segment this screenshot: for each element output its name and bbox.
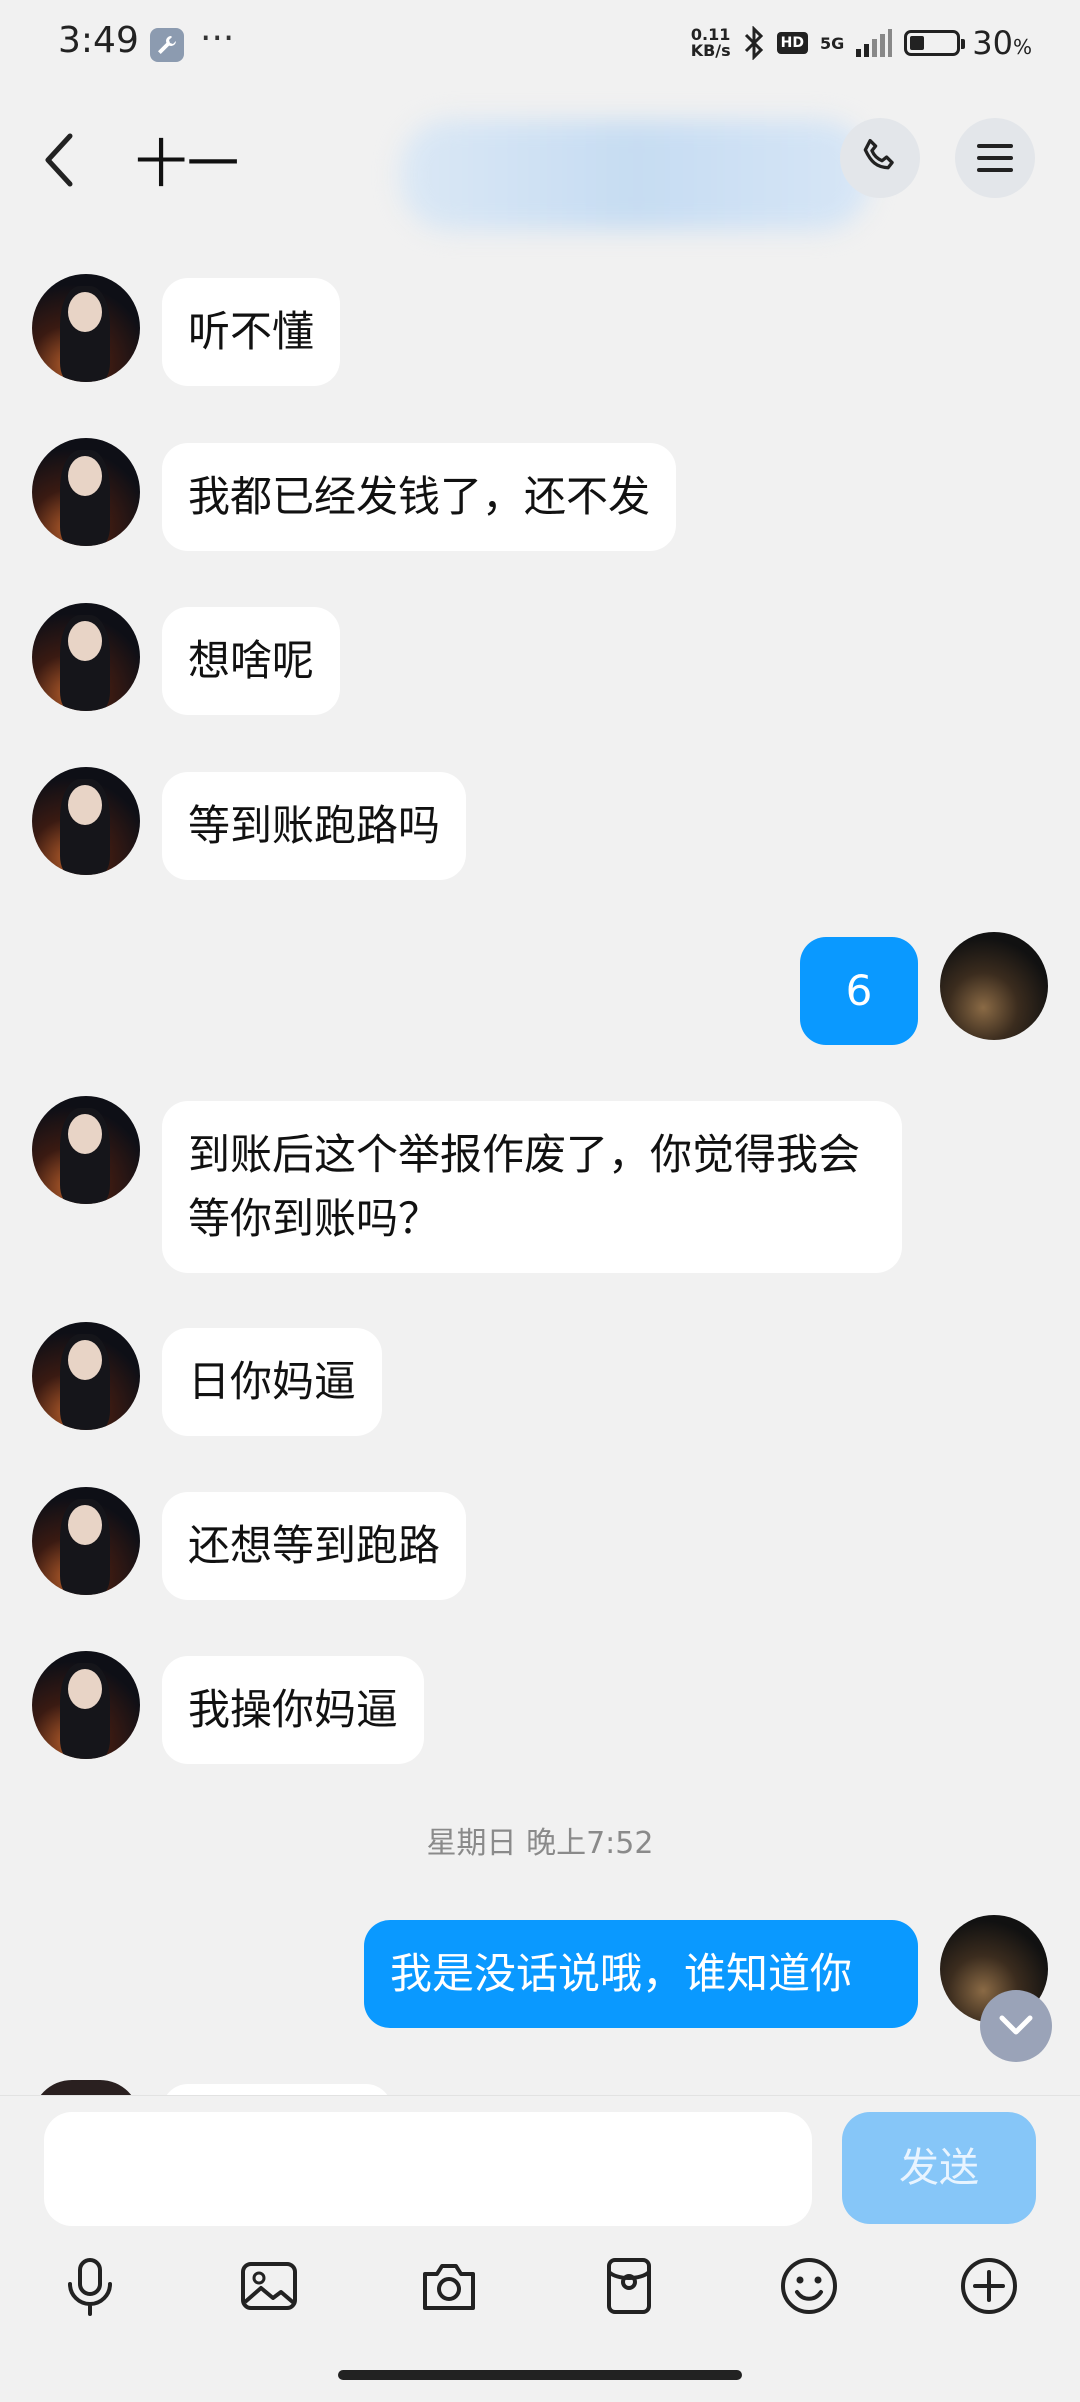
emoji-button[interactable]	[769, 2246, 849, 2326]
battery-percent-value: 30	[972, 24, 1013, 62]
message-input[interactable]	[44, 2112, 812, 2226]
message-timestamp: 星期日 晚上7:52	[426, 1826, 654, 1861]
battery-icon	[904, 30, 966, 56]
status-time: 3:49	[58, 20, 139, 61]
message-bubble[interactable]: 还想等到跑路	[162, 1492, 467, 1600]
chevron-left-icon	[45, 133, 73, 187]
message-bubble-self[interactable]: 我是没话说哦，谁知道你	[364, 1920, 918, 2028]
back-button[interactable]	[40, 130, 80, 190]
camera-button[interactable]	[409, 2246, 489, 2326]
send-button[interactable]: 发送	[842, 2112, 1036, 2224]
chevron-down-icon	[999, 2015, 1033, 2035]
avatar[interactable]	[32, 1322, 140, 1430]
more-options-button[interactable]	[949, 2246, 1029, 2326]
net-speed: 0.11 KB/s	[691, 27, 731, 59]
message-bubble[interactable]: 等到账跑路吗	[162, 772, 467, 880]
emoji-icon	[781, 2258, 837, 2314]
signal-icon	[856, 29, 893, 57]
hd-badge: HD	[776, 32, 808, 54]
avatar[interactable]	[32, 1487, 140, 1595]
avatar[interactable]	[32, 1651, 140, 1759]
network-type: 5G	[820, 33, 845, 53]
chat-header: 十一	[0, 90, 1080, 230]
bluetooth-icon	[744, 26, 763, 60]
status-bar: 3:49 ··· 0.11 KB/s HD 5G 30%	[0, 0, 1080, 90]
message-bubble[interactable]: 想啥呢	[162, 607, 341, 715]
image-icon	[241, 2262, 297, 2310]
avatar[interactable]	[32, 1096, 140, 1204]
wrench-icon	[150, 28, 184, 62]
mic-icon	[68, 2258, 112, 2316]
plus-icon	[961, 2258, 1017, 2314]
red-packet-button[interactable]	[589, 2246, 669, 2326]
self-avatar[interactable]	[940, 932, 1048, 1040]
avatar[interactable]	[32, 767, 140, 875]
avatar[interactable]	[32, 603, 140, 711]
menu-button[interactable]	[955, 118, 1035, 198]
phone-icon	[863, 138, 894, 170]
composer: 发送	[0, 2095, 1080, 2402]
voice-button[interactable]	[50, 2246, 130, 2326]
blurred-region	[400, 120, 870, 230]
message-bubble[interactable]: 听不懂	[162, 278, 341, 386]
composer-toolbar	[0, 2246, 1080, 2326]
menu-icon	[977, 144, 1013, 172]
call-button[interactable]	[840, 118, 920, 198]
scroll-to-bottom-button[interactable]	[980, 1990, 1052, 2062]
net-speed-unit: KB/s	[690, 41, 731, 60]
status-right: 0.11 KB/s HD 5G 30%	[691, 24, 1032, 62]
message-bubble[interactable]: 我操你妈逼	[162, 1656, 425, 1764]
photo-button[interactable]	[229, 2246, 309, 2326]
home-indicator[interactable]	[338, 2370, 742, 2380]
red-packet-icon	[607, 2258, 651, 2314]
camera-icon	[423, 2264, 475, 2310]
message-bubble[interactable]: 到账后这个举报作废了，你觉得我会等你到账吗？	[162, 1101, 902, 1273]
message-bubble[interactable]: 我都已经发钱了，还不发	[162, 443, 677, 551]
avatar[interactable]	[32, 438, 140, 546]
message-bubble[interactable]: 日你妈逼	[162, 1328, 383, 1436]
message-bubble-self[interactable]: 6	[800, 937, 918, 1045]
battery-percent-symbol: %	[1012, 35, 1032, 59]
more-notifications-icon: ···	[200, 18, 235, 59]
chat-title[interactable]: 十一	[135, 122, 239, 197]
avatar[interactable]	[32, 274, 140, 382]
battery-percent: 30%	[972, 24, 1032, 62]
